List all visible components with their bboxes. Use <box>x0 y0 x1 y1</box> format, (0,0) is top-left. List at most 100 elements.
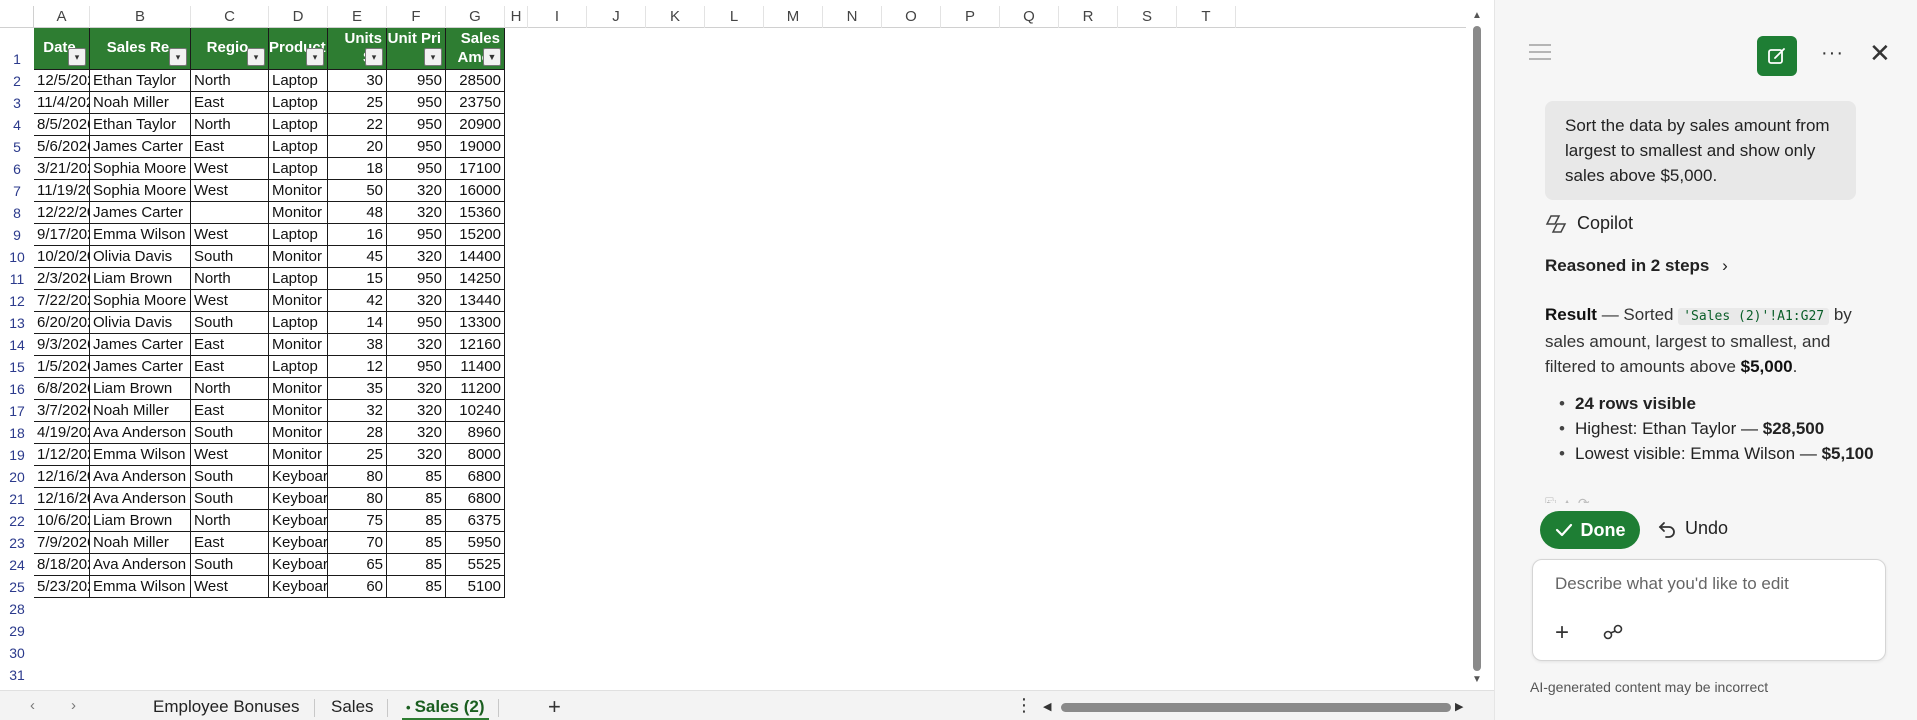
row-header[interactable]: 11 <box>0 268 34 290</box>
table-cell[interactable]: 80 <box>328 488 387 510</box>
vertical-scrollbar[interactable]: ▲ ▼ <box>1470 10 1484 687</box>
column-header-c[interactable]: C <box>191 6 269 28</box>
table-cell[interactable]: 950 <box>387 356 446 378</box>
table-cell[interactable]: 3/21/2026 <box>34 158 90 180</box>
table-cell[interactable]: 22 <box>328 114 387 136</box>
table-cell[interactable]: Monitor <box>269 400 328 422</box>
table-cell[interactable]: 7/22/2026 <box>34 290 90 312</box>
table-cell[interactable]: 3/7/2026 <box>34 400 90 422</box>
table-cell[interactable]: South <box>191 488 269 510</box>
table-cell[interactable]: East <box>191 400 269 422</box>
table-cell[interactable]: 23750 <box>446 92 505 114</box>
column-header-o[interactable]: O <box>882 6 941 28</box>
row-header[interactable]: 17 <box>0 400 34 422</box>
table-cell[interactable]: 1/12/2026 <box>34 444 90 466</box>
tab-sales[interactable]: Sales <box>331 697 374 720</box>
table-cell[interactable]: 38 <box>328 334 387 356</box>
plus-icon[interactable]: + <box>1555 619 1569 647</box>
table-cell[interactable]: 320 <box>387 422 446 444</box>
row-header[interactable]: 15 <box>0 356 34 378</box>
row-header[interactable]: 31 <box>0 664 34 686</box>
table-cell[interactable]: 13300 <box>446 312 505 334</box>
table-cell[interactable]: 320 <box>387 400 446 422</box>
scroll-left-icon[interactable]: ◀ <box>1043 700 1051 713</box>
table-cell[interactable]: Keyboard <box>269 488 328 510</box>
row-header[interactable]: 29 <box>0 620 34 642</box>
table-cell[interactable]: Keyboard <box>269 510 328 532</box>
table-cell[interactable]: Laptop <box>269 158 328 180</box>
table-cell[interactable]: Monitor <box>269 422 328 444</box>
row-header[interactable]: 22 <box>0 510 34 532</box>
prompt-input-box[interactable]: Describe what you'd like to edit + <box>1532 559 1886 661</box>
tab-sales-2[interactable]: • Sales (2) <box>402 697 489 720</box>
row-header[interactable]: 5 <box>0 136 34 158</box>
horizontal-scrollbar[interactable]: ◀ ▶ <box>1043 700 1463 714</box>
table-cell[interactable]: 950 <box>387 268 446 290</box>
table-cell[interactable]: 85 <box>387 576 446 598</box>
horizontal-scroll-thumb[interactable] <box>1061 703 1451 712</box>
table-cell[interactable]: 20900 <box>446 114 505 136</box>
table-cell[interactable]: East <box>191 136 269 158</box>
table-cell[interactable]: 10240 <box>446 400 505 422</box>
table-cell[interactable]: 8/5/2026 <box>34 114 90 136</box>
filter-active-icon[interactable]: ▼ <box>483 48 501 66</box>
row-header[interactable]: 12 <box>0 290 34 312</box>
table-cell[interactable]: Noah Miller <box>90 400 191 422</box>
table-cell[interactable]: 1/5/2026 <box>34 356 90 378</box>
column-header-g[interactable]: G <box>446 6 505 28</box>
table-cell[interactable]: Liam Brown <box>90 510 191 532</box>
scroll-up-icon[interactable]: ▲ <box>1470 10 1484 21</box>
table-cell[interactable]: 6375 <box>446 510 505 532</box>
table-cell[interactable]: 9/3/2026 <box>34 334 90 356</box>
table-cell[interactable]: Liam Brown <box>90 378 191 400</box>
table-cell[interactable]: 8000 <box>446 444 505 466</box>
table-cell[interactable]: 5/23/2026 <box>34 576 90 598</box>
table-cell[interactable]: Laptop <box>269 92 328 114</box>
menu-icon[interactable] <box>1529 44 1551 65</box>
table-header-cell[interactable]: Unit Pri ▾ <box>387 28 446 70</box>
table-cell[interactable]: Emma Wilson <box>90 224 191 246</box>
table-cell[interactable]: 950 <box>387 92 446 114</box>
scroll-down-icon[interactable]: ▼ <box>1470 674 1484 685</box>
column-header-n[interactable]: N <box>823 6 882 28</box>
filter-dropdown-icon[interactable]: ▾ <box>169 48 187 66</box>
table-cell[interactable]: Laptop <box>269 312 328 334</box>
table-cell[interactable]: Keyboard <box>269 532 328 554</box>
table-cell[interactable]: Sophia Moore <box>90 290 191 312</box>
table-cell[interactable]: Ava Anderson <box>90 422 191 444</box>
table-cell[interactable]: West <box>191 180 269 202</box>
table-cell[interactable]: 17100 <box>446 158 505 180</box>
table-cell[interactable]: North <box>191 114 269 136</box>
table-cell[interactable]: 80 <box>328 466 387 488</box>
table-cell[interactable]: West <box>191 224 269 246</box>
column-header-h[interactable]: H <box>505 6 528 28</box>
filter-dropdown-icon[interactable]: ▾ <box>365 48 383 66</box>
table-cell[interactable]: 16 <box>328 224 387 246</box>
table-cell[interactable]: South <box>191 246 269 268</box>
table-header-cell[interactable]: Units So▾ <box>328 28 387 70</box>
table-cell[interactable]: 25 <box>328 444 387 466</box>
table-cell[interactable]: East <box>191 532 269 554</box>
table-cell[interactable]: Emma Wilson <box>90 444 191 466</box>
table-cell[interactable]: 11/19/2026 <box>34 180 90 202</box>
row-header[interactable]: 1 <box>0 28 34 70</box>
table-cell[interactable]: South <box>191 554 269 576</box>
row-header[interactable]: 14 <box>0 334 34 356</box>
table-cell[interactable]: Liam Brown <box>90 268 191 290</box>
filter-dropdown-icon[interactable]: ▾ <box>68 48 86 66</box>
tab-employee-bonuses[interactable]: Employee Bonuses <box>153 697 299 720</box>
table-cell[interactable]: 11400 <box>446 356 505 378</box>
table-cell[interactable]: 5950 <box>446 532 505 554</box>
table-cell[interactable]: North <box>191 510 269 532</box>
table-cell[interactable]: West <box>191 290 269 312</box>
table-cell[interactable]: North <box>191 378 269 400</box>
table-cell[interactable]: Laptop <box>269 70 328 92</box>
table-cell[interactable]: Laptop <box>269 268 328 290</box>
table-cell[interactable]: 35 <box>328 378 387 400</box>
column-header-k[interactable]: K <box>646 6 705 28</box>
table-cell[interactable]: West <box>191 444 269 466</box>
table-cell[interactable]: 19000 <box>446 136 505 158</box>
table-cell[interactable]: Laptop <box>269 356 328 378</box>
table-cell[interactable]: 7/9/2026 <box>34 532 90 554</box>
table-cell[interactable]: Keyboard <box>269 554 328 576</box>
